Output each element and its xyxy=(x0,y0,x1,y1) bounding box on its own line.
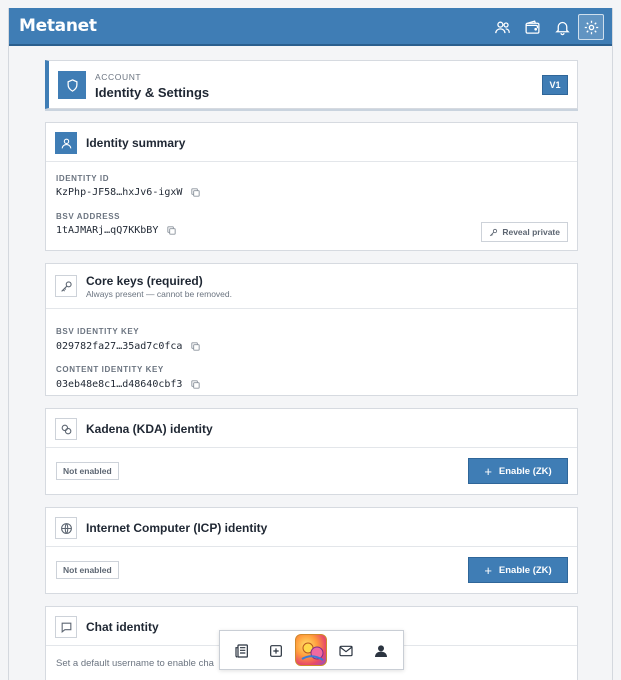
enable-button-label: Enable (ZK) xyxy=(498,465,552,477)
enable-kadena-button[interactable]: + Enable (ZK) xyxy=(468,458,568,484)
icp-identity-card: Internet Computer (ICP) identity Not ena… xyxy=(45,507,578,594)
page-eyebrow: ACCOUNT xyxy=(95,72,142,82)
card-title: Chat identity xyxy=(86,620,159,634)
kadena-identity-card: Kadena (KDA) identity Not enabled + Enab… xyxy=(45,408,578,495)
version-badge: V1 xyxy=(542,75,568,95)
key-icon xyxy=(490,228,498,236)
bell-icon[interactable] xyxy=(550,15,574,39)
identity-id-label: IDENTITY ID xyxy=(56,174,110,183)
card-title: Internet Computer (ICP) identity xyxy=(86,521,268,535)
mail-icon[interactable] xyxy=(335,640,357,662)
card-header: Kadena (KDA) identity xyxy=(46,409,577,448)
card-title: Core keys (required) xyxy=(86,274,203,288)
enable-icp-button[interactable]: + Enable (ZK) xyxy=(468,557,568,583)
users-icon[interactable] xyxy=(490,15,514,39)
copy-icon[interactable] xyxy=(166,225,177,236)
enable-button-label: Enable (ZK) xyxy=(498,564,552,576)
bsv-address-value: 1tAJMARj…qQ7KKbBY xyxy=(56,225,159,236)
link-icon xyxy=(55,418,77,440)
brand-logo[interactable]: Metanet xyxy=(19,16,97,36)
content-identity-key-value: 03eb48e8c1…d48640cbf3 xyxy=(56,379,183,390)
content-identity-key-row: 03eb48e8c1…d48640cbf3 xyxy=(56,379,201,390)
newspaper-icon[interactable] xyxy=(231,640,253,662)
copy-icon[interactable] xyxy=(190,379,201,390)
copy-icon[interactable] xyxy=(190,187,201,198)
bsv-identity-key-value: 029782fa27…35ad7c0fca xyxy=(56,341,183,352)
gear-icon[interactable] xyxy=(578,14,604,40)
reveal-private-label: Reveal private xyxy=(502,227,560,237)
card-title: Identity summary xyxy=(86,136,186,150)
identity-id-row: KzPhp-JF58…hxJv6-igxW xyxy=(56,187,201,198)
shield-icon xyxy=(58,71,86,99)
identity-summary-card: Identity summary IDENTITY ID KzPhp-JF58…… xyxy=(45,122,578,251)
card-header: Identity summary xyxy=(46,123,577,162)
status-badge: Not enabled xyxy=(56,561,119,579)
profile-icon[interactable] xyxy=(370,640,392,662)
copy-icon[interactable] xyxy=(190,341,201,352)
add-square-icon[interactable] xyxy=(265,640,287,662)
plus-icon: + xyxy=(484,463,492,479)
identity-id-value: KzPhp-JF58…hxJv6-igxW xyxy=(56,187,183,198)
app-dock xyxy=(219,630,404,670)
card-header: Core keys (required) Always present — ca… xyxy=(46,264,577,309)
content-identity-key-label: CONTENT IDENTITY KEY xyxy=(56,365,164,374)
card-header: Internet Computer (ICP) identity xyxy=(46,508,577,547)
status-badge: Not enabled xyxy=(56,462,119,480)
wallet-icon[interactable] xyxy=(520,15,544,39)
card-subtitle: Always present — cannot be removed. xyxy=(86,289,232,299)
core-keys-card: Core keys (required) Always present — ca… xyxy=(45,263,578,396)
bsv-identity-key-label: BSV IDENTITY KEY xyxy=(56,327,140,336)
bsv-address-label: BSV ADDRESS xyxy=(56,212,121,221)
app-window: Metanet ACCOUNT Identity & Settings V1 I… xyxy=(8,8,613,680)
top-bar: Metanet xyxy=(9,8,612,46)
card-title: Kadena (KDA) identity xyxy=(86,422,213,436)
app-launcher-icon[interactable] xyxy=(295,634,327,666)
page-title: Identity & Settings xyxy=(95,85,210,100)
chat-bubble-icon xyxy=(55,616,77,638)
plus-icon: + xyxy=(484,562,492,578)
bsv-address-row: 1tAJMARj…qQ7KKbBY xyxy=(56,225,177,236)
bsv-identity-key-row: 029782fa27…35ad7c0fca xyxy=(56,341,201,352)
user-icon xyxy=(55,132,77,154)
page-header-card: ACCOUNT Identity & Settings V1 xyxy=(45,60,578,109)
reveal-private-button[interactable]: Reveal private xyxy=(481,222,568,242)
key-icon xyxy=(55,275,77,297)
globe-icon xyxy=(55,517,77,539)
chat-description: Set a default username to enable cha xyxy=(56,658,214,669)
